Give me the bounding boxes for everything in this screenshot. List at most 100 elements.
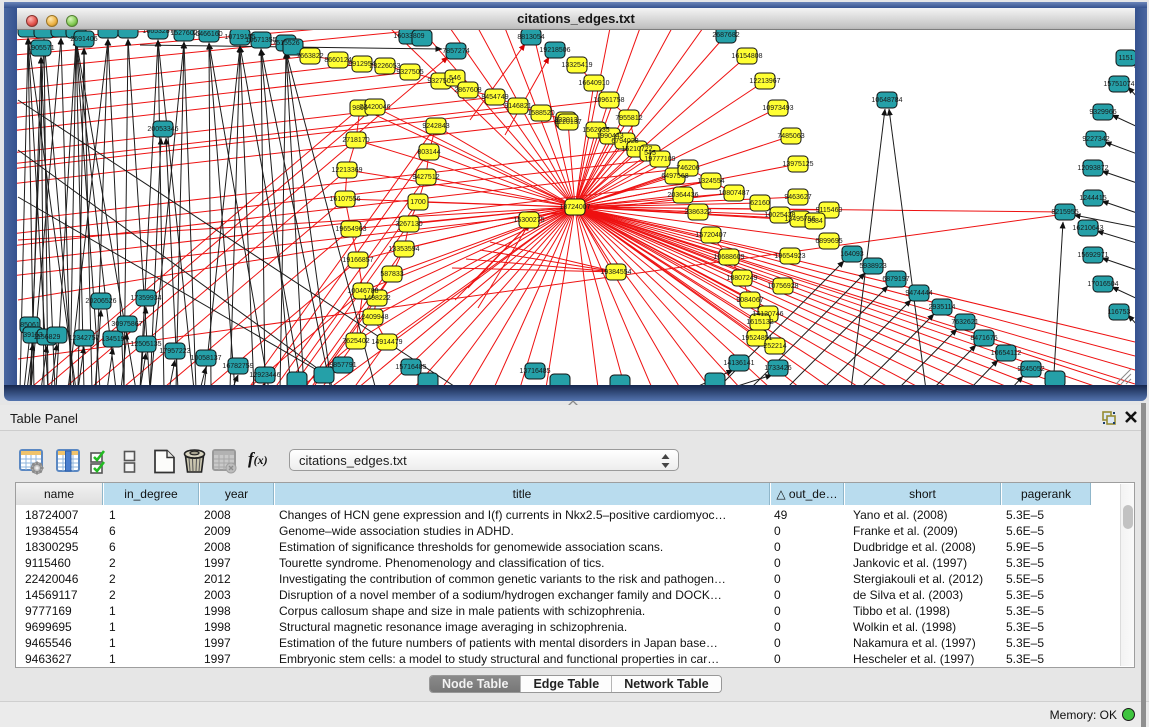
svg-text:15751074: 15751074 bbox=[1103, 81, 1134, 88]
svg-text:9227342: 9227342 bbox=[1082, 136, 1109, 143]
svg-text:15716485: 15716485 bbox=[395, 364, 426, 371]
svg-text:19654923: 19654923 bbox=[774, 253, 805, 260]
svg-text:14914479: 14914479 bbox=[371, 339, 402, 346]
svg-text:2718170: 2718170 bbox=[342, 137, 369, 144]
svg-text:9427512: 9427512 bbox=[412, 174, 439, 181]
svg-text:8471676: 8471676 bbox=[970, 335, 997, 342]
svg-text:2386322: 2386322 bbox=[684, 209, 711, 216]
svg-text:10046788: 10046788 bbox=[347, 288, 378, 295]
svg-text:12093872: 12093872 bbox=[1077, 165, 1108, 172]
svg-text:12505135: 12505135 bbox=[130, 341, 161, 348]
svg-text:252214: 252214 bbox=[763, 343, 786, 350]
svg-text:17957223: 17957223 bbox=[159, 348, 190, 355]
svg-text:15720407: 15720407 bbox=[695, 232, 726, 239]
svg-text:9146821: 9146821 bbox=[504, 103, 531, 110]
svg-text:1156829: 1156829 bbox=[34, 334, 61, 341]
svg-text:19654963: 19654963 bbox=[335, 226, 366, 233]
svg-text:16033809: 16033809 bbox=[393, 33, 424, 40]
svg-text:15300275: 15300275 bbox=[513, 217, 544, 224]
svg-text:746206: 746206 bbox=[676, 165, 699, 172]
svg-text:9327505: 9327505 bbox=[396, 69, 423, 76]
svg-text:12923446: 12923446 bbox=[249, 372, 280, 379]
svg-text:19166857: 19166857 bbox=[342, 257, 373, 264]
svg-text:5938923: 5938923 bbox=[859, 263, 886, 270]
svg-text:9474444: 9474444 bbox=[905, 290, 932, 297]
svg-text:2935114: 2935114 bbox=[929, 304, 956, 311]
svg-text:3267130: 3267130 bbox=[395, 221, 422, 228]
svg-text:1905571: 1905571 bbox=[27, 45, 54, 52]
svg-text:19384554: 19384554 bbox=[600, 269, 631, 276]
svg-text:7515526: 7515526 bbox=[272, 40, 299, 47]
svg-text:18724007: 18724007 bbox=[559, 204, 590, 211]
svg-text:18807249: 18807249 bbox=[726, 275, 757, 282]
svg-text:13325419: 13325419 bbox=[561, 62, 592, 69]
svg-text:116753: 116753 bbox=[1108, 309, 1131, 316]
svg-text:8454749: 8454749 bbox=[481, 94, 508, 101]
svg-text:62160: 62160 bbox=[750, 200, 770, 207]
svg-text:546: 546 bbox=[449, 75, 461, 82]
svg-text:6497568: 6497568 bbox=[661, 173, 688, 180]
svg-text:7663822: 7663822 bbox=[296, 53, 323, 60]
svg-text:7485063: 7485063 bbox=[777, 133, 804, 140]
svg-text:10058137: 10058137 bbox=[190, 355, 221, 362]
svg-text:1588520: 1588520 bbox=[527, 110, 554, 117]
svg-text:6466160: 6466160 bbox=[195, 31, 222, 38]
svg-text:12342757: 12342757 bbox=[68, 335, 99, 342]
svg-text:19218506: 19218506 bbox=[539, 47, 570, 54]
svg-text:19777109: 19777109 bbox=[644, 156, 675, 163]
svg-text:1324554: 1324554 bbox=[697, 178, 724, 185]
svg-text:13975125: 13975125 bbox=[782, 161, 813, 168]
svg-text:20364436: 20364436 bbox=[667, 192, 698, 199]
svg-text:16782759: 16782759 bbox=[222, 363, 253, 370]
svg-text:10973493: 10973493 bbox=[762, 105, 793, 112]
svg-text:10807487: 10807487 bbox=[718, 190, 749, 197]
svg-text:13353594: 13353594 bbox=[388, 246, 419, 253]
svg-text:7857274: 7857274 bbox=[442, 48, 469, 55]
svg-text:7625402: 7625402 bbox=[342, 338, 369, 345]
svg-text:16154808: 16154808 bbox=[731, 53, 762, 60]
svg-text:19524851: 19524851 bbox=[741, 335, 772, 342]
svg-text:85061: 85061 bbox=[20, 322, 40, 329]
svg-text:6794028: 6794028 bbox=[611, 138, 638, 145]
svg-text:15692971: 15692971 bbox=[1077, 252, 1108, 259]
svg-text:164093: 164093 bbox=[840, 251, 863, 258]
svg-text:1615132: 1615132 bbox=[746, 319, 773, 326]
svg-text:8220137: 8220137 bbox=[554, 119, 581, 126]
svg-text:1733426: 1733426 bbox=[764, 365, 791, 372]
svg-text:12213967: 12213967 bbox=[749, 78, 780, 85]
svg-text:10654112: 10654112 bbox=[991, 350, 1022, 357]
svg-text:1244415: 1244415 bbox=[1079, 195, 1106, 202]
svg-text:20206526: 20206526 bbox=[85, 298, 116, 305]
svg-text:9463627: 9463627 bbox=[784, 194, 811, 201]
svg-text:10961758: 10961758 bbox=[593, 97, 624, 104]
svg-text:6899695: 6899695 bbox=[815, 238, 842, 245]
svg-text:14136141: 14136141 bbox=[723, 360, 754, 367]
svg-text:16640910: 16640910 bbox=[578, 80, 609, 87]
svg-text:12409948: 12409948 bbox=[357, 314, 388, 321]
svg-text:7955812: 7955812 bbox=[615, 115, 642, 122]
svg-text:9245052: 9245052 bbox=[1017, 366, 1044, 373]
svg-text:587833: 587833 bbox=[380, 271, 403, 278]
svg-text:30975867: 30975867 bbox=[111, 321, 142, 328]
svg-text:9242843: 9242843 bbox=[422, 123, 449, 130]
svg-text:1527602: 1527602 bbox=[170, 30, 197, 37]
svg-text:23420046: 23420046 bbox=[359, 104, 390, 111]
svg-text:10648784: 10648784 bbox=[871, 97, 902, 104]
svg-text:134519: 134519 bbox=[101, 336, 124, 343]
svg-text:1700: 1700 bbox=[410, 199, 426, 206]
svg-text:8813054: 8813054 bbox=[517, 34, 544, 41]
svg-text:9684: 9684 bbox=[807, 218, 823, 225]
svg-text:2867608: 2867608 bbox=[454, 87, 481, 94]
svg-text:9857791: 9857791 bbox=[329, 362, 356, 369]
svg-text:8215955: 8215955 bbox=[1051, 209, 1078, 216]
svg-text:17359934: 17359934 bbox=[130, 295, 161, 302]
svg-text:10756928: 10756928 bbox=[767, 283, 798, 290]
svg-text:16210643: 16210643 bbox=[1072, 225, 1103, 232]
svg-text:10653287: 10653287 bbox=[142, 30, 173, 35]
svg-text:1151: 1151 bbox=[1118, 55, 1133, 62]
svg-text:16107556: 16107556 bbox=[329, 196, 360, 203]
svg-text:12213369: 12213369 bbox=[331, 167, 362, 174]
svg-text:13716485: 13716485 bbox=[519, 368, 550, 375]
svg-text:20053346: 20053346 bbox=[147, 126, 178, 133]
svg-text:6879197: 6879197 bbox=[882, 276, 909, 283]
